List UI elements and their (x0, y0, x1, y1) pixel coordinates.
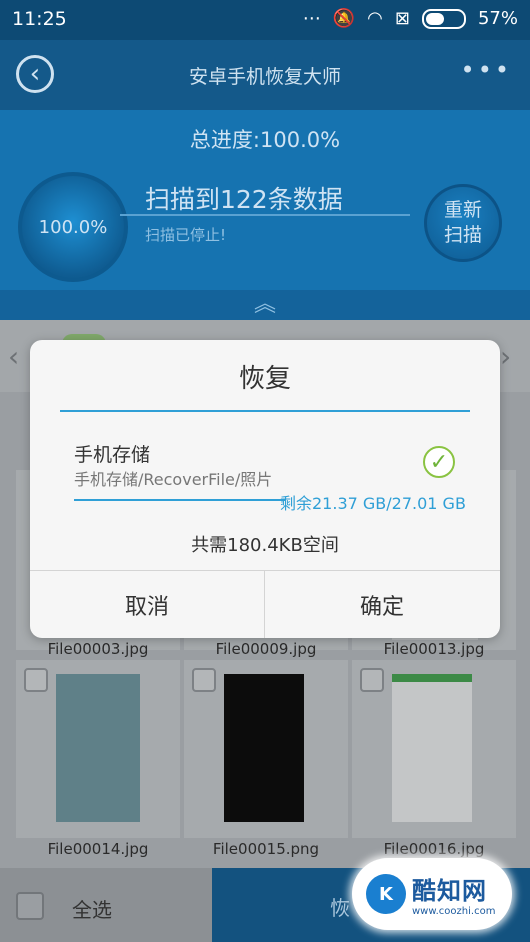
scan-divider (120, 214, 410, 216)
rescan-label-2: 扫描 (443, 224, 482, 246)
more-menu-button[interactable]: ••• (461, 56, 512, 84)
chevron-left-icon[interactable]: ‹ (8, 340, 19, 373)
thumbnail (224, 674, 304, 822)
file-name: File00013.jpg (383, 640, 485, 658)
total-progress: 总进度:100.0% (189, 128, 341, 152)
space-required: 共需180.4KB空间 (191, 535, 339, 556)
app-bar: ‹ 安卓手机恢复大师 ••• (0, 40, 530, 110)
file-name: File00014.jpg (47, 840, 149, 858)
watermark-url: www.coozhi.com (412, 906, 496, 917)
progress-ring: 100.0% (18, 172, 128, 282)
select-all-checkbox[interactable] (16, 892, 44, 920)
watermark-logo-icon: K (366, 874, 406, 914)
checkbox[interactable] (192, 668, 216, 692)
signal-icon: ⋯ (302, 8, 321, 29)
restore-dialog: 恢复 手机存储 手机存储/RecoverFile/照片 ✓ 剩余21.37 GB… (30, 340, 500, 638)
watermark: K 酷知网 www.coozhi.com (352, 858, 512, 930)
thumbnail (392, 674, 472, 822)
app-title: 安卓手机恢复大师 (188, 66, 341, 88)
collapse-panel-button[interactable]: ︽ (0, 290, 530, 320)
scan-count: 扫描到122条数据 (145, 185, 343, 214)
battery-icon (421, 8, 466, 29)
storage-selected-check-icon[interactable]: ✓ (423, 446, 455, 478)
cancel-button[interactable]: 取消 (30, 571, 264, 638)
wifi-icon: ◠ (367, 8, 383, 29)
file-name: File00009.jpg (215, 640, 317, 658)
storage-path: 手机存储/RecoverFile/照片 (74, 470, 273, 489)
storage-free-space: 剩余21.37 GB/27.01 GB (280, 494, 466, 513)
watermark-text: 酷知网 www.coozhi.com (412, 871, 495, 917)
scan-panel: 总进度:100.0% 100.0% 扫描到122条数据 扫描已停止! 重新 扫描 (0, 110, 530, 320)
file-name: File00016.jpg (383, 840, 485, 858)
status-time: 11:25 (12, 8, 67, 30)
checkbox[interactable] (360, 668, 384, 692)
checkbox[interactable] (24, 668, 48, 692)
more-dots-icon: ••• (460, 56, 512, 84)
select-all-label[interactable]: 全选 (72, 894, 112, 923)
grid-cell[interactable] (352, 660, 516, 838)
status-icons: ⋯ 🔕 ◠ ⊠ 57% (303, 8, 518, 29)
dialog-button-row: 取消 确定 (30, 570, 500, 638)
scan-status: 扫描已停止! (145, 226, 227, 244)
chevron-right-icon[interactable]: › (500, 340, 511, 373)
storage-name[interactable]: 手机存储 (74, 440, 150, 467)
battery-percent: 57% (477, 8, 518, 29)
progress-ring-percent: 100.0% (38, 216, 108, 238)
confirm-button[interactable]: 确定 (265, 571, 499, 638)
rescan-button[interactable]: 重新 扫描 (424, 184, 502, 262)
grid-cell[interactable] (184, 660, 348, 838)
double-chevron-up-icon: ︽ (253, 292, 276, 317)
mute-bell-icon: 🔕 (332, 8, 356, 29)
grid-cell[interactable] (16, 660, 180, 838)
thumbnail (56, 674, 140, 822)
storage-usage-bar (74, 499, 286, 501)
file-name: File00015.png (212, 840, 320, 858)
rescan-label-1: 重新 (443, 199, 482, 222)
watermark-name: 酷知网 (412, 877, 487, 905)
restore-label: 恢 (330, 896, 350, 920)
sim-off-icon: ⊠ (394, 8, 410, 29)
file-name: File00003.jpg (47, 640, 149, 658)
dialog-title: 恢复 (238, 364, 291, 394)
dialog-title-divider (60, 410, 470, 412)
status-bar: 11:25 ⋯ 🔕 ◠ ⊠ 57% (0, 0, 530, 40)
